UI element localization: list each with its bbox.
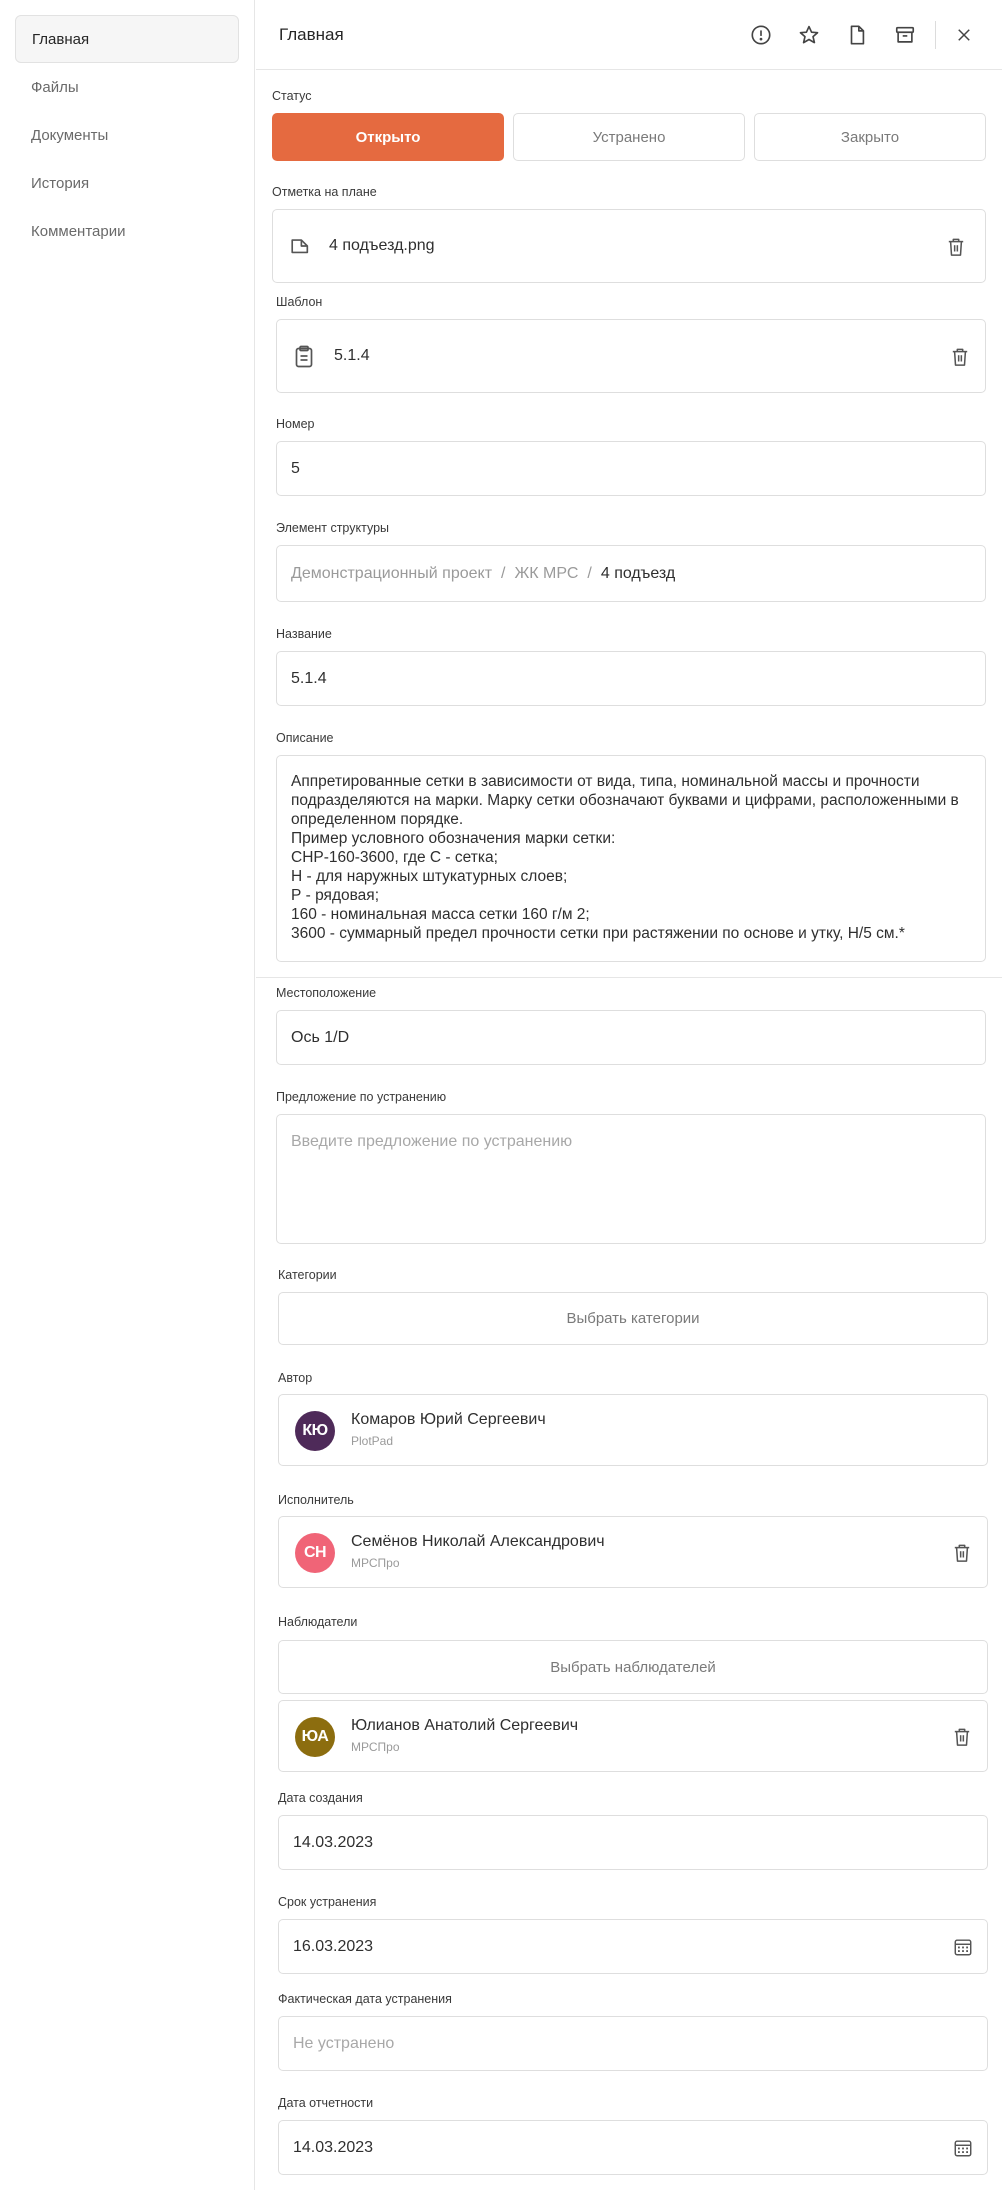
observer-name: Юлианов Анатолий Сергеевич <box>351 1717 579 1734</box>
report-date-value: 14.03.2023 <box>293 2139 374 2156</box>
executor-name: Семёнов Николай Александрович <box>351 1533 605 1550</box>
author-name: Комаров Юрий Сергеевич <box>351 1411 546 1428</box>
template-label: Шаблон <box>276 295 323 309</box>
calendar-icon[interactable] <box>953 2138 973 2163</box>
author-org: PlotPad <box>351 1434 394 1448</box>
alert-circle-icon[interactable] <box>748 22 774 48</box>
delete-observer-trash-icon[interactable] <box>951 1726 973 1748</box>
name-input[interactable]: 5.1.4 <box>276 651 986 706</box>
file-icon <box>289 235 311 262</box>
author-card: КЮ Комаров Юрий Сергеевич PlotPad <box>278 1394 988 1466</box>
file-icon[interactable] <box>844 22 870 48</box>
location-input[interactable]: Ось 1/D <box>276 1010 986 1065</box>
name-value: 5.1.4 <box>291 670 327 687</box>
name-label: Название <box>276 627 332 641</box>
actual-date-input[interactable]: Не устранено <box>278 2016 988 2071</box>
actual-date-placeholder: Не устранено <box>293 2035 395 2052</box>
actual-date-label: Фактическая дата устранения <box>278 1992 452 2006</box>
breadcrumb-item-project[interactable]: Демонстрационный проект <box>291 565 492 583</box>
sidebar-item-history[interactable]: История <box>15 159 239 207</box>
location-value: Ось 1/D <box>291 1029 350 1046</box>
breadcrumb-separator: / <box>501 565 506 582</box>
status-open-button[interactable]: Открыто <box>272 113 504 161</box>
executor-org: МРСПро <box>351 1556 400 1570</box>
description-textarea[interactable]: Аппретированные сетки в зависимости от в… <box>276 755 986 962</box>
avatar: СН <box>295 1533 335 1573</box>
select-categories-button[interactable]: Выбрать категории <box>278 1292 988 1345</box>
description-label: Описание <box>276 731 334 745</box>
select-observers-button[interactable]: Выбрать наблюдателей <box>278 1640 988 1694</box>
delete-executor-trash-icon[interactable] <box>951 1542 973 1564</box>
sidebar-item-main[interactable]: Главная <box>15 15 239 63</box>
created-date-input[interactable]: 14.03.2023 <box>278 1815 988 1870</box>
plan-mark-filename: 4 подъезд.png <box>329 237 435 254</box>
breadcrumb-separator: / <box>587 565 592 582</box>
categories-label: Категории <box>278 1268 337 1282</box>
close-icon[interactable] <box>951 22 977 48</box>
archive-icon[interactable] <box>892 22 918 48</box>
due-date-value: 16.03.2023 <box>293 1938 374 1955</box>
clipboard-icon <box>293 345 315 374</box>
panel-header: Главная <box>256 0 1002 70</box>
avatar: ЮА <box>295 1717 335 1757</box>
section-divider <box>256 977 1002 978</box>
proposal-textarea[interactable]: Введите предложение по устранению <box>276 1114 986 1244</box>
report-date-label: Дата отчетности <box>278 2096 374 2110</box>
sidebar-item-files[interactable]: Файлы <box>15 63 239 111</box>
breadcrumb-item-complex[interactable]: ЖК МРС <box>514 565 578 583</box>
plan-mark-field[interactable]: 4 подъезд.png <box>272 209 986 283</box>
star-icon[interactable] <box>796 22 822 48</box>
status-closed-button[interactable]: Закрыто <box>754 113 986 161</box>
proposal-label: Предложение по устранению <box>276 1090 447 1104</box>
template-field[interactable]: 5.1.4 <box>276 319 986 393</box>
executor-label: Исполнитель <box>278 1493 354 1507</box>
sidebar-item-documents[interactable]: Документы <box>15 111 239 159</box>
sidebar: Главная Файлы Документы История Коммента… <box>0 0 255 2190</box>
number-label: Номер <box>276 417 315 431</box>
template-value: 5.1.4 <box>334 347 370 364</box>
observers-label: Наблюдатели <box>278 1615 358 1629</box>
report-date-input[interactable]: 14.03.2023 <box>278 2120 988 2175</box>
number-input[interactable]: 5 <box>276 441 986 496</box>
structure-field[interactable]: Демонстрационный проект / ЖК МРС / 4 под… <box>276 545 986 602</box>
due-date-input[interactable]: 16.03.2023 <box>278 1919 988 1974</box>
delete-plan-mark-trash-icon[interactable] <box>945 236 967 258</box>
executor-card[interactable]: СН Семёнов Николай Александрович МРСПро <box>278 1516 988 1588</box>
plan-mark-label: Отметка на плане <box>272 185 377 199</box>
page-title: Главная <box>279 25 344 44</box>
observer-card[interactable]: ЮА Юлианов Анатолий Сергеевич МРСПро <box>278 1700 988 1772</box>
status-label: Статус <box>272 89 312 103</box>
structure-label: Элемент структуры <box>276 521 390 535</box>
description-value: Аппретированные сетки в зависимости от в… <box>291 773 959 942</box>
observer-org: МРСПро <box>351 1740 400 1754</box>
breadcrumb: Демонстрационный проект / ЖК МРС / 4 под… <box>291 565 675 583</box>
author-label: Автор <box>278 1371 313 1385</box>
calendar-icon[interactable] <box>953 1937 973 1962</box>
number-value: 5 <box>291 460 300 477</box>
breadcrumb-item-entrance: 4 подъезд <box>600 565 676 582</box>
location-label: Местоположение <box>276 986 377 1000</box>
delete-template-trash-icon[interactable] <box>949 346 971 368</box>
created-date-label: Дата создания <box>278 1791 363 1805</box>
proposal-placeholder: Введите предложение по устранению <box>291 1133 573 1150</box>
due-date-label: Срок устранения <box>278 1895 377 1909</box>
status-fixed-button[interactable]: Устранено <box>513 113 745 161</box>
header-separator <box>935 21 936 49</box>
sidebar-item-comments[interactable]: Комментарии <box>15 207 239 255</box>
avatar: КЮ <box>295 1411 335 1451</box>
created-date-value: 14.03.2023 <box>293 1834 374 1851</box>
